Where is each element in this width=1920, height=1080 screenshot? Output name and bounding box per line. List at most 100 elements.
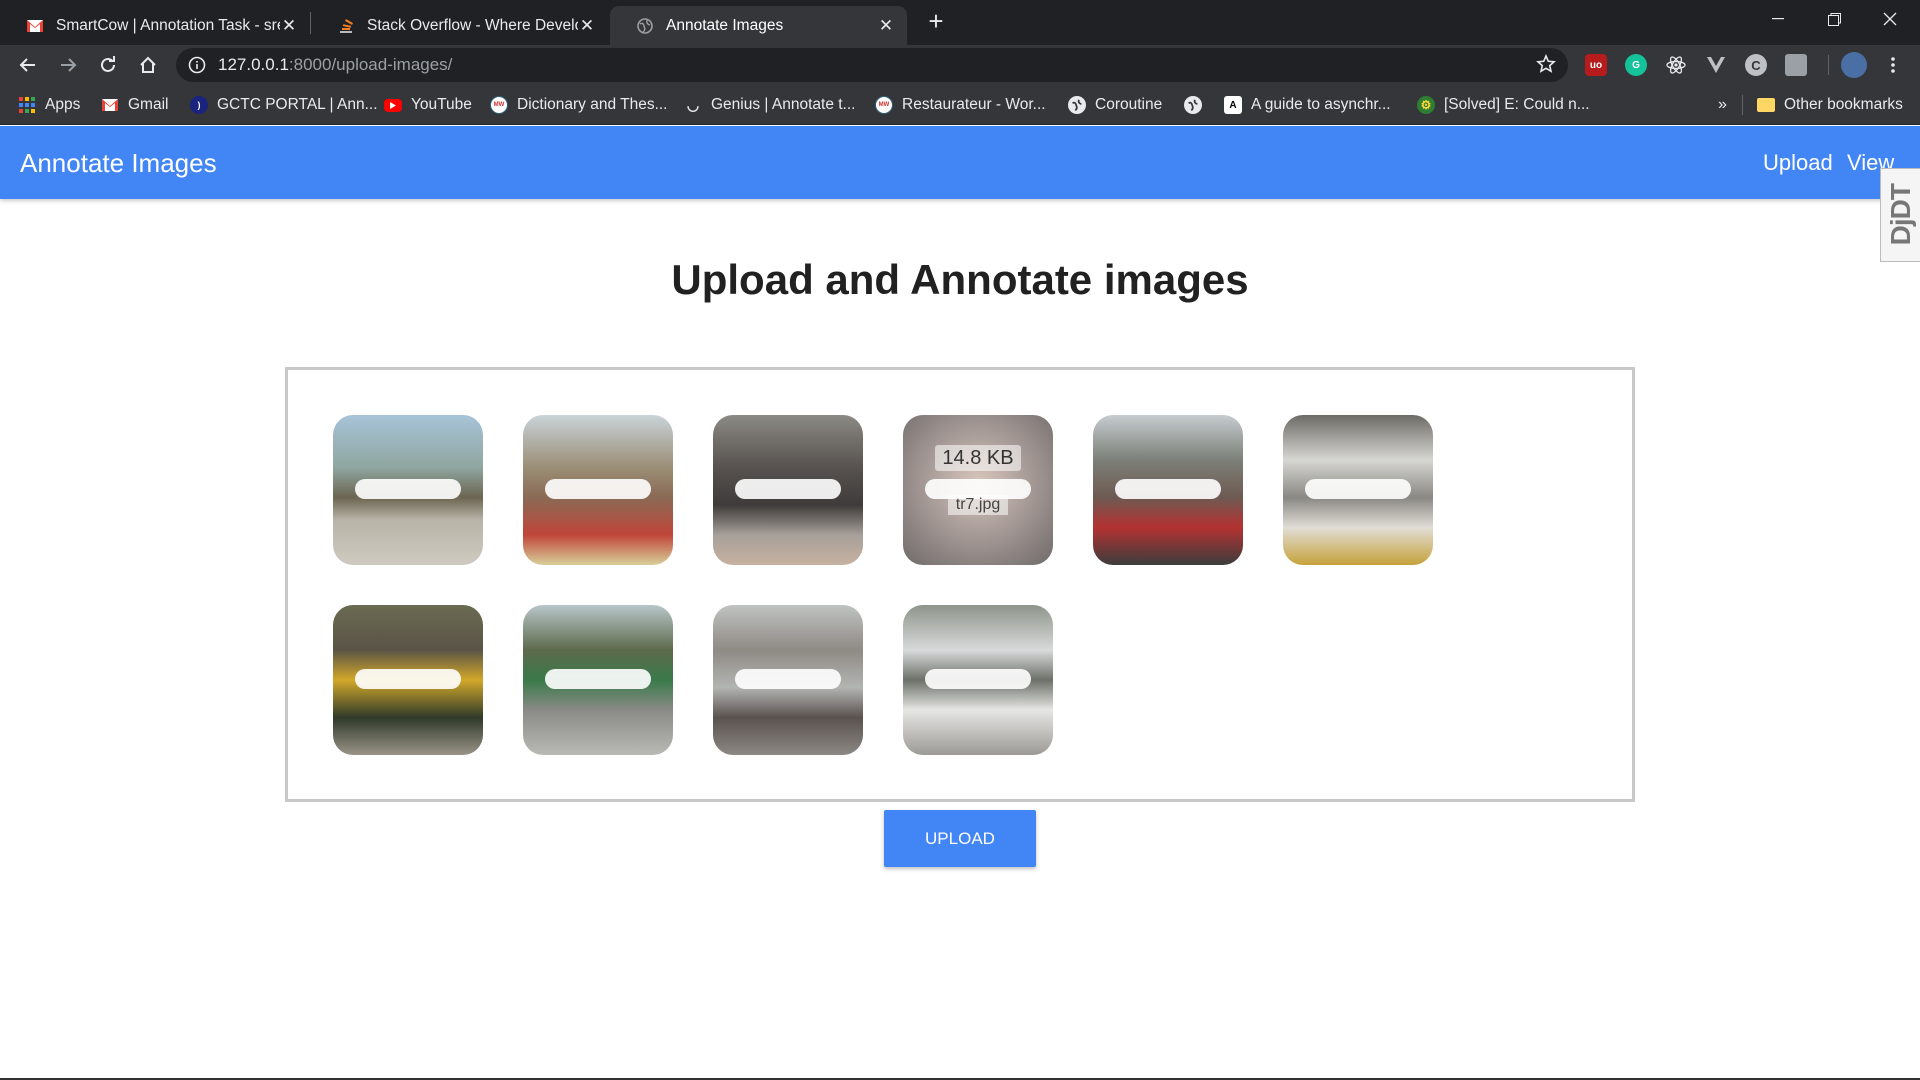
merriam-webster-icon: MW: [490, 96, 508, 114]
bookmark-label: GCTC PORTAL | Ann...: [217, 96, 378, 113]
youtube-icon: [384, 98, 402, 112]
genius-icon: ◡: [686, 96, 700, 113]
new-tab-icon[interactable]: +: [922, 7, 950, 35]
address-bar[interactable]: 127.0.0.1:8000/upload-images/: [176, 48, 1568, 82]
page-title: Upload and Annotate images: [671, 256, 1249, 303]
bookmarks-bar: Apps Gmail ) GCTC PORTAL | Ann... YouTub…: [0, 85, 1920, 125]
bookmark-label: [Solved] E: Could n...: [1444, 96, 1590, 113]
bookmark-solved[interactable]: ⚙ [Solved] E: Could n...: [1417, 95, 1590, 115]
bookmark-asyncio[interactable]: A A guide to asynchr...: [1224, 95, 1391, 115]
tab-annotate-images[interactable]: Annotate Images ✕: [610, 6, 907, 45]
close-tab-icon[interactable]: ✕: [578, 16, 596, 36]
image-thumbnail[interactable]: [523, 605, 673, 755]
image-thumbnail[interactable]: [713, 605, 863, 755]
tab-title: SmartCow | Annotation Task - sre: [56, 16, 280, 34]
globe-icon: [1068, 96, 1086, 114]
bookmark-restaurateur[interactable]: MW Restaurateur - Wor...: [875, 95, 1046, 115]
filename-bar: [735, 669, 841, 689]
tab-title: Stack Overflow - Where Develope: [367, 16, 578, 34]
image-thumbnail[interactable]: [333, 605, 483, 755]
reload-icon[interactable]: [92, 49, 124, 81]
image-thumbnail[interactable]: [523, 415, 673, 565]
filename-bar: [735, 479, 841, 499]
extension-printer-icon[interactable]: [1785, 54, 1807, 76]
bookmark-dictionary[interactable]: MW Dictionary and Thes...: [490, 95, 667, 115]
vue-devtools-icon[interactable]: [1705, 54, 1727, 76]
globe-icon: [1184, 96, 1202, 114]
site-info-icon[interactable]: [188, 56, 206, 79]
bookmark-label: Coroutine: [1095, 96, 1163, 113]
ddt-label: DjDT: [1884, 184, 1916, 246]
gmail-icon: [26, 17, 44, 35]
apps-grid-icon: [18, 96, 36, 114]
merriam-webster-icon: MW: [875, 96, 893, 114]
image-thumbnail[interactable]: [713, 415, 863, 565]
angular-icon: A: [1224, 96, 1242, 114]
gctc-icon: ): [190, 96, 208, 114]
nav-upload-link[interactable]: Upload: [1763, 150, 1833, 176]
back-arrow-icon[interactable]: [12, 49, 44, 81]
bookmark-youtube[interactable]: YouTube: [384, 95, 472, 115]
bookmark-coroutine[interactable]: Coroutine: [1068, 95, 1162, 115]
filename-bar: [355, 669, 461, 689]
image-thumbnail-hovered[interactable]: 14.8 KB tr7.jpg: [903, 415, 1053, 565]
upload-button[interactable]: UPLOAD: [884, 810, 1036, 867]
toolbar-divider: [1828, 55, 1829, 75]
filename-bar: [925, 669, 1031, 689]
bookmark-gctc[interactable]: ) GCTC PORTAL | Ann...: [190, 95, 378, 115]
file-size-label: 14.8 KB: [935, 445, 1021, 471]
minimize-icon[interactable]: [1750, 0, 1806, 38]
stackoverflow-icon: [337, 17, 355, 35]
image-thumbnail[interactable]: [1283, 415, 1433, 565]
browser-toolbar: 127.0.0.1:8000/upload-images/ uo G C: [0, 45, 1920, 85]
bookmark-star-icon[interactable]: [1536, 53, 1556, 79]
tab-title: Annotate Images: [666, 16, 784, 34]
bookmarks-divider: [1742, 95, 1743, 115]
tab-smartcow[interactable]: SmartCow | Annotation Task - sre ✕: [0, 6, 310, 45]
menu-kebab-icon[interactable]: [1882, 54, 1904, 76]
close-tab-icon[interactable]: ✕: [877, 16, 895, 36]
restore-icon[interactable]: [1806, 0, 1862, 38]
react-devtools-icon[interactable]: [1665, 54, 1687, 76]
image-thumbnail[interactable]: [333, 415, 483, 565]
filename-bar: [545, 479, 651, 499]
bookmark-label: Dictionary and Thes...: [517, 96, 668, 113]
bookmark-label: Apps: [45, 96, 81, 113]
tab-stackoverflow[interactable]: Stack Overflow - Where Develope ✕: [311, 6, 608, 45]
bookmark-label: Genius | Annotate t...: [711, 96, 856, 113]
extension-c-icon[interactable]: C: [1745, 54, 1767, 76]
url-text: 127.0.0.1:8000/upload-images/: [218, 55, 452, 75]
gear-icon: ⚙: [1417, 96, 1435, 114]
gmail-icon: [101, 96, 119, 114]
close-tab-icon[interactable]: ✕: [280, 16, 298, 36]
image-thumbnail[interactable]: [903, 605, 1053, 755]
url-path: :8000/upload-images/: [288, 55, 453, 74]
bookmark-apps[interactable]: Apps: [18, 95, 80, 115]
bookmark-untitled[interactable]: [1184, 95, 1202, 115]
home-icon[interactable]: [132, 49, 164, 81]
bookmarks-overflow-chevron[interactable]: »: [1718, 95, 1727, 115]
close-window-icon[interactable]: [1862, 0, 1918, 38]
filename-bar: [1115, 479, 1221, 499]
folder-icon: [1757, 98, 1775, 112]
globe-icon: [636, 17, 654, 35]
filename-bar: [545, 669, 651, 689]
bookmark-label: Restaurateur - Wor...: [902, 96, 1046, 113]
bookmark-label: Other bookmarks: [1784, 96, 1903, 113]
bookmark-gmail[interactable]: Gmail: [101, 95, 168, 115]
bookmark-genius[interactable]: ◡ Genius | Annotate t...: [684, 95, 856, 115]
app-navbar: Annotate Images Upload View: [0, 126, 1920, 199]
image-dropzone[interactable]: 14.8 KB tr7.jpg: [285, 367, 1635, 802]
brand-title[interactable]: Annotate Images: [20, 148, 217, 179]
file-name-label: tr7.jpg: [948, 495, 1008, 515]
forward-arrow-icon[interactable]: [52, 49, 84, 81]
bookmark-other-folder[interactable]: Other bookmarks: [1757, 95, 1903, 115]
grammarly-icon[interactable]: G: [1625, 54, 1647, 76]
django-debug-toolbar-handle[interactable]: DjDT: [1880, 168, 1920, 262]
profile-avatar[interactable]: [1841, 52, 1867, 78]
ublock-icon[interactable]: uo: [1585, 54, 1607, 76]
bookmark-label: Gmail: [128, 96, 169, 113]
image-thumbnail[interactable]: [1093, 415, 1243, 565]
url-host: 127.0.0.1: [218, 55, 289, 74]
bookmark-label: A guide to asynchr...: [1251, 96, 1391, 113]
